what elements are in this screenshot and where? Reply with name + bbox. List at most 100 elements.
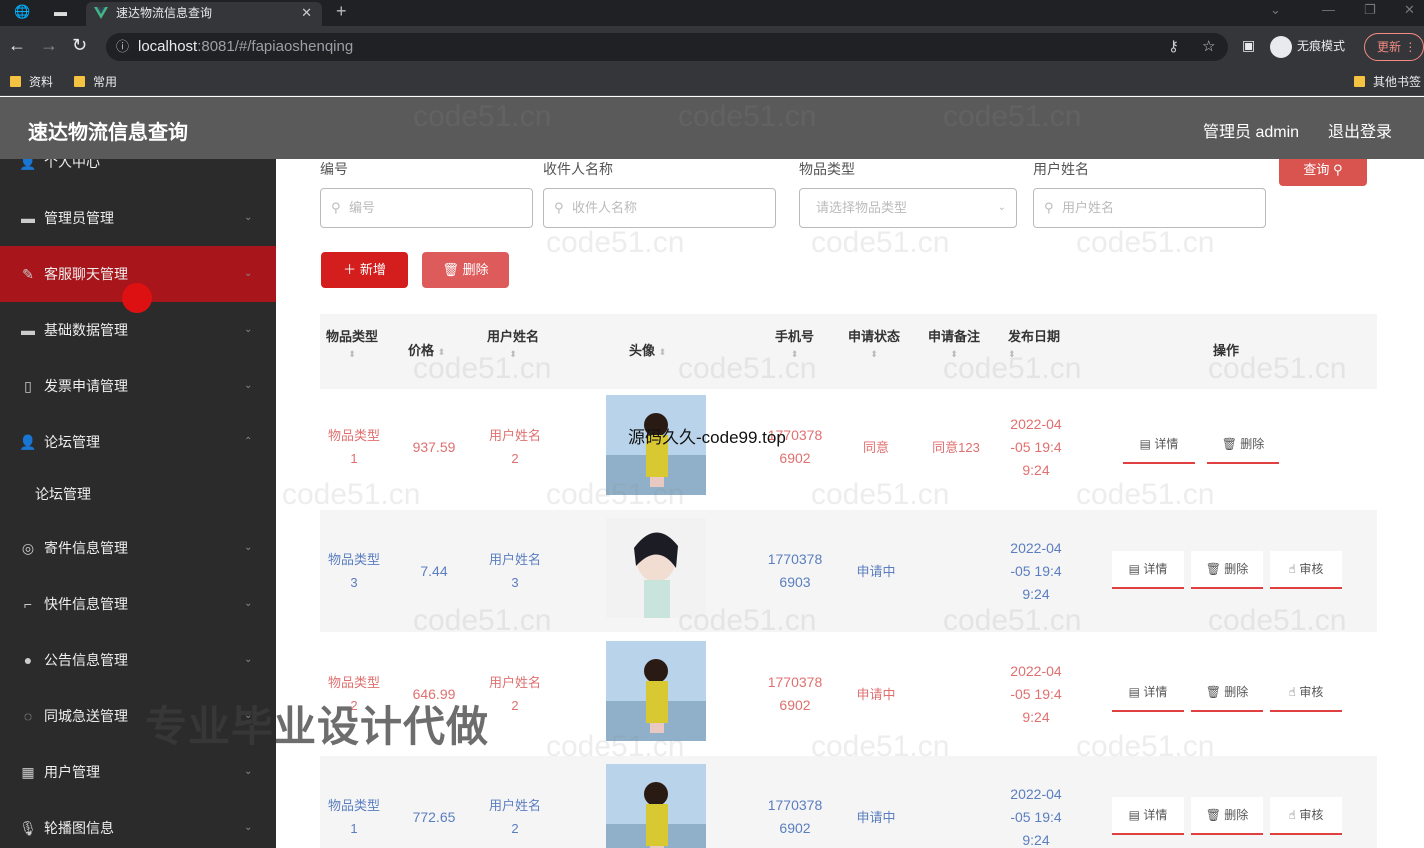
key-icon[interactable]: ⚷ xyxy=(1168,33,1179,61)
cell-username: 用户姓名 3 xyxy=(488,552,541,590)
bookmarks-bar: 资料 常用 其他书签 xyxy=(0,68,1424,96)
site-info-icon[interactable]: ⓘ xyxy=(116,33,129,61)
table-row: 物品类型 1 772.65 用户姓名 2 1770378 6902 申请中 20… xyxy=(320,756,1377,848)
watermark: code51.cn xyxy=(1208,604,1347,637)
sidebar-item-carousel[interactable]: 🎙 轮播图信息 ⌄ xyxy=(0,800,276,848)
review-button[interactable]: ☝ 审核 xyxy=(1270,797,1342,835)
cell-date: 2022-04 -05 19:4 9:24 xyxy=(1010,416,1062,478)
sidepanel-icon[interactable]: ▣ xyxy=(1242,37,1255,54)
sidebar-item-send[interactable]: ◎ 寄件信息管理 ⌄ xyxy=(0,520,276,576)
invoice-icon: ▯ xyxy=(24,378,32,394)
delete-button[interactable]: 🗑 删除 xyxy=(1207,426,1279,464)
window-icon[interactable]: ▬ xyxy=(54,4,67,19)
detail-button[interactable]: ▤ 详情 xyxy=(1112,674,1184,712)
tab-search-icon[interactable]: ⌄ xyxy=(1270,2,1281,18)
bookmark-folder-ziliao[interactable]: 资料 xyxy=(10,73,53,91)
cell-status: 同意 xyxy=(862,440,889,455)
incognito-label: 无痕模式 xyxy=(1297,39,1346,53)
package-icon: ⌐ xyxy=(23,596,33,612)
col-avatar[interactable]: 头像 ⬍ xyxy=(629,340,666,359)
batch-delete-button[interactable]: 🗑 删除 xyxy=(422,252,509,288)
watermark: code51.cn xyxy=(811,226,950,259)
search-input-username[interactable]: ⚲ 用户姓名 xyxy=(1033,188,1266,228)
sidebar-item-invoice[interactable]: ▯ 发票申请管理 ⌄ xyxy=(0,358,276,414)
item-type-select[interactable]: 请选择物品类型 ⌄ xyxy=(799,188,1017,228)
avatar-image xyxy=(606,641,706,741)
watermark: code51.cn xyxy=(811,478,950,511)
reload-icon[interactable]: ↻ xyxy=(72,35,87,56)
search-input-id[interactable]: ⚲ 编号 xyxy=(320,188,533,228)
sidebar-subitem-forum[interactable]: 论坛管理 xyxy=(0,466,276,522)
watermark: code51.cn xyxy=(1076,478,1215,511)
globe-icon[interactable]: 🌐 xyxy=(14,4,30,20)
sidebar-item-express[interactable]: ⌐ 快件信息管理 ⌄ xyxy=(0,576,276,632)
sidebar-item-admin[interactable]: ▬ 管理员管理 ⌄ xyxy=(0,190,276,246)
sort-icon[interactable]: ⬍ xyxy=(870,349,878,359)
sort-icon[interactable]: ⬍ xyxy=(659,347,667,357)
delivery-icon: ◌ xyxy=(23,708,33,724)
url-host: localhost xyxy=(138,38,198,55)
detail-button[interactable]: ▤ 详情 xyxy=(1112,797,1184,835)
incognito-indicator[interactable]: 无痕模式 xyxy=(1270,34,1345,58)
logout-link[interactable]: 退出登录 xyxy=(1328,118,1392,142)
trash-icon: 🗑 xyxy=(1205,562,1221,576)
sidebar-item-forum[interactable]: 👤 论坛管理 ⌃ xyxy=(0,414,276,470)
delete-button[interactable]: 🗑 删除 xyxy=(1191,674,1263,712)
bookmark-folder-changyong[interactable]: 常用 xyxy=(74,73,117,91)
watermark: code51.cn xyxy=(546,226,685,259)
bookmark-star-icon[interactable]: ☆ xyxy=(1202,33,1215,61)
trash-icon: 🗑 xyxy=(1221,437,1237,451)
query-button[interactable]: 查询 ⚲ xyxy=(1279,159,1367,186)
cell-status: 申请中 xyxy=(856,810,896,825)
back-icon[interactable]: ← xyxy=(8,35,26,56)
browser-tab[interactable]: 速达物流信息查询 ✕ xyxy=(86,2,322,26)
cell-username: 用户姓名 2 xyxy=(488,428,541,466)
update-button[interactable]: 更新 ⋮ xyxy=(1364,33,1424,61)
admin-label: 管理员 admin xyxy=(1203,124,1300,141)
avatar-image xyxy=(606,764,706,848)
detail-button[interactable]: ▤ 详情 xyxy=(1123,426,1195,464)
url-input[interactable]: ⓘ localhost:8081/#/fapiaoshenqing ⚷ ☆ xyxy=(106,33,1228,61)
click-indicator xyxy=(122,283,152,313)
url-path: :8081/#/fapiaoshenqing xyxy=(197,38,354,55)
search-label-id: 编号 xyxy=(320,161,348,177)
bookmark-folder-other[interactable]: 其他书签 xyxy=(1354,73,1421,91)
folder-icon xyxy=(74,76,85,87)
cell-price: 772.65 xyxy=(412,809,456,825)
search-input-recipient[interactable]: ⚲ 收件人名称 xyxy=(543,188,776,228)
chevron-down-icon: ⌄ xyxy=(244,654,253,665)
avatar-image xyxy=(606,518,706,618)
delete-button[interactable]: 🗑 删除 xyxy=(1191,797,1263,835)
review-button[interactable]: ☝ 审核 xyxy=(1270,674,1342,712)
col-item-type[interactable]: 物品类型 ⬍ xyxy=(326,326,378,360)
window-close-icon[interactable]: ✕ xyxy=(1404,2,1415,18)
sort-icon[interactable]: ⬍ xyxy=(348,349,356,359)
cell-status: 申请中 xyxy=(856,687,896,702)
chat-icon: ✎ xyxy=(22,266,34,282)
cell-username: 用户姓名 2 xyxy=(488,798,541,836)
detail-button[interactable]: ▤ 详情 xyxy=(1112,551,1184,589)
restore-icon[interactable]: ❐ xyxy=(1364,2,1376,18)
cell-phone: 1770378 6903 xyxy=(767,551,823,590)
watermark: code51.cn xyxy=(811,730,950,763)
sidebar-item-profile[interactable]: 👤 个人中心 xyxy=(0,159,276,190)
delete-button[interactable]: 🗑 删除 xyxy=(1191,551,1263,589)
add-button[interactable]: ＋ 新增 xyxy=(321,252,408,288)
watermark: code51.cn xyxy=(1076,226,1215,259)
chevron-down-icon: ⌄ xyxy=(244,380,253,391)
forward-icon[interactable]: → xyxy=(40,35,58,56)
tab-title: 速达物流信息查询 xyxy=(116,6,213,20)
col-status[interactable]: 申请状态 ⬍ xyxy=(848,326,900,360)
watermark: code51.cn xyxy=(678,100,817,133)
image-icon: 🎙 xyxy=(19,820,37,836)
sidebar-item-notice[interactable]: ● 公告信息管理 ⌄ xyxy=(0,632,276,688)
minimize-icon[interactable]: — xyxy=(1322,2,1335,17)
new-tab-icon[interactable]: + xyxy=(336,1,347,22)
watermark: code51.cn xyxy=(546,478,685,511)
database-icon: ▬ xyxy=(21,322,35,338)
cell-item-type: 物品类型 1 xyxy=(327,798,380,836)
tab-close-icon[interactable]: ✕ xyxy=(301,2,312,24)
cell-phone: 1770378 6902 xyxy=(767,797,823,836)
review-button[interactable]: ☝ 审核 xyxy=(1270,551,1342,589)
cell-price: 937.59 xyxy=(412,439,456,455)
